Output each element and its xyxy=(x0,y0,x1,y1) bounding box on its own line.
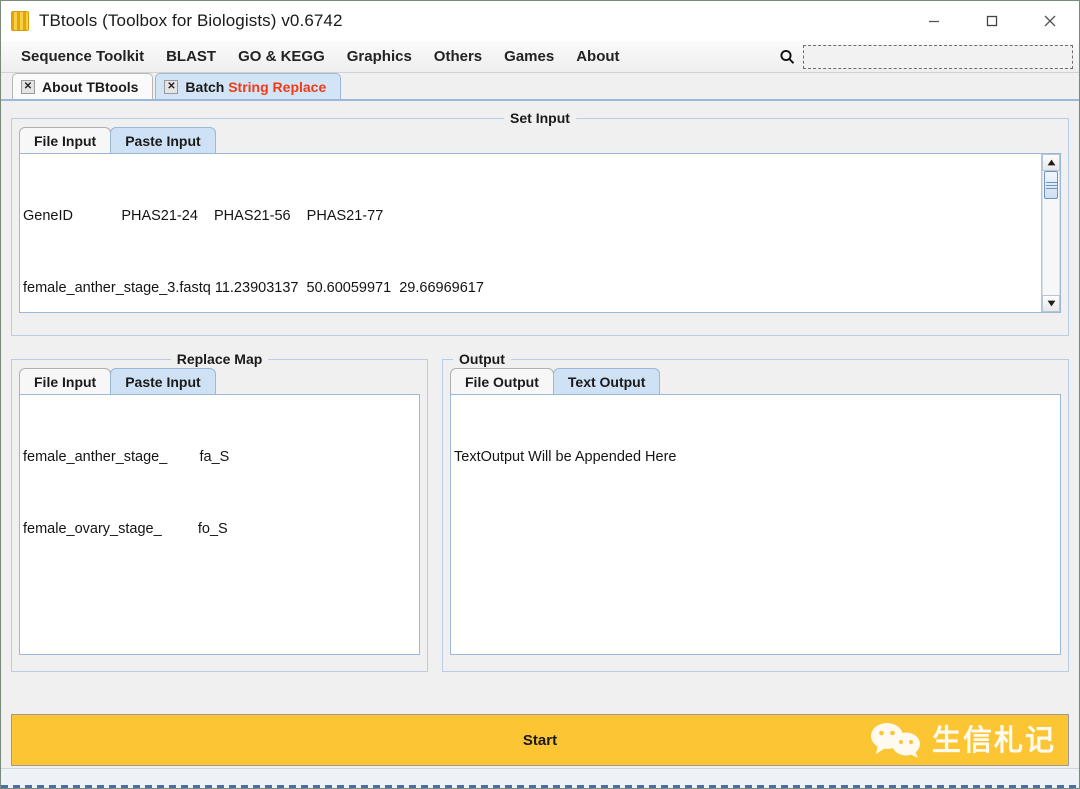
tab-replace-map-paste-input[interactable]: Paste Input xyxy=(110,368,216,394)
menu-item-go-kegg[interactable]: GO & KEGG xyxy=(227,45,336,68)
document-tabs: ✕ About TBtools ✕ Batch String Replace xyxy=(1,73,1079,101)
set-input-group: Set Input File Input Paste Input GeneID … xyxy=(11,110,1069,336)
tab-replace-map-file-input[interactable]: File Input xyxy=(19,368,112,394)
output-group: Output File Output Text Output TextOutpu… xyxy=(442,351,1069,672)
text-line: female_anther_stage_3.fastq 11.23903137 … xyxy=(23,280,484,296)
start-button[interactable]: Start 生信札记 xyxy=(11,714,1069,766)
title-bar: TBtools (Toolbox for Biologists) v0.6742 xyxy=(1,1,1079,41)
set-input-vertical-scrollbar[interactable] xyxy=(1041,154,1060,312)
search-area xyxy=(775,45,1073,69)
window-controls xyxy=(905,1,1079,41)
scrollbar-thumb[interactable] xyxy=(1044,171,1058,199)
replace-map-textarea-wrap: female_anther_stage_ fa_S female_ovary_s… xyxy=(19,394,420,655)
start-button-label: Start xyxy=(522,731,558,749)
tbtools-app-icon xyxy=(11,11,29,31)
set-input-tabpane: File Input Paste Input GeneID PHAS21-24 … xyxy=(12,119,1068,320)
tab-label-highlight: String Replace xyxy=(228,78,327,95)
maximize-button[interactable] xyxy=(963,1,1021,41)
text-line: GeneID PHAS21-24 PHAS21-56 PHAS21-77 xyxy=(23,208,384,224)
start-bar: Start 生信札记 @51CTO博客 xyxy=(11,714,1069,788)
replace-map-title: Replace Map xyxy=(170,351,269,367)
replace-map-tabrow: File Input Paste Input xyxy=(19,367,420,394)
status-bar-dashes xyxy=(1,785,1079,788)
scroll-up-icon[interactable] xyxy=(1042,154,1060,171)
tab-output-text-output[interactable]: Text Output xyxy=(552,368,661,394)
output-tabpane: File Output Text Output TextOutput Will … xyxy=(443,360,1068,662)
minimize-button[interactable] xyxy=(905,1,963,41)
output-title: Output xyxy=(453,351,511,367)
watermark-text: 生信札记 xyxy=(931,722,1056,757)
tab-output-file-output[interactable]: File Output xyxy=(450,368,554,394)
menu-item-games[interactable]: Games xyxy=(493,45,565,68)
tab-set-input-paste-input[interactable]: Paste Input xyxy=(110,127,216,153)
content-area: Set Input File Input Paste Input GeneID … xyxy=(1,101,1079,788)
window-title: TBtools (Toolbox for Biologists) v0.6742 xyxy=(39,11,343,30)
menu-item-sequence-toolkit[interactable]: Sequence Toolkit xyxy=(10,45,155,68)
watermark: 生信札记 xyxy=(868,720,1056,760)
tab-set-input-file-input[interactable]: File Input xyxy=(19,127,112,153)
replace-map-textarea[interactable]: female_anther_stage_ fa_S female_ovary_s… xyxy=(20,395,419,654)
menu-item-graphics[interactable]: Graphics xyxy=(336,45,423,68)
search-icon[interactable] xyxy=(775,45,799,69)
status-bar xyxy=(1,768,1079,788)
close-icon[interactable]: ✕ xyxy=(21,79,35,94)
close-icon[interactable]: ✕ xyxy=(164,79,179,94)
text-line: female_ovary_stage_ fo_S xyxy=(23,521,228,537)
wechat-icon xyxy=(870,723,920,758)
output-tabrow: File Output Text Output xyxy=(450,367,1061,394)
text-line: TextOutput Will be Appended Here xyxy=(454,449,677,465)
menu-item-others[interactable]: Others xyxy=(423,45,493,68)
bottom-row: Replace Map File Input Paste Input femal… xyxy=(11,350,1069,672)
menu-bar: Sequence Toolkit BLAST GO & KEGG Graphic… xyxy=(1,41,1079,73)
search-input[interactable] xyxy=(803,45,1073,69)
replace-map-tabpane: File Input Paste Input female_anther_sta… xyxy=(12,360,427,662)
tab-batch-string-replace[interactable]: ✕ Batch String Replace xyxy=(155,73,342,99)
menu-item-blast[interactable]: BLAST xyxy=(155,45,227,68)
tbtools-window: TBtools (Toolbox for Biologists) v0.6742… xyxy=(0,0,1080,789)
scrollbar-track[interactable] xyxy=(1042,171,1060,295)
tab-label: About TBtools xyxy=(42,78,139,95)
replace-map-group: Replace Map File Input Paste Input femal… xyxy=(11,351,428,672)
output-textarea[interactable]: TextOutput Will be Appended Here xyxy=(451,395,1060,654)
set-input-textarea-wrap: GeneID PHAS21-24 PHAS21-56 PHAS21-77 fem… xyxy=(19,153,1061,313)
scrollbar-grip xyxy=(1045,181,1057,189)
tab-about-tbtools[interactable]: ✕ About TBtools xyxy=(12,73,154,99)
text-line: female_anther_stage_ fa_S xyxy=(23,449,230,465)
close-button[interactable] xyxy=(1021,1,1079,41)
tab-label: Batch String Replace xyxy=(185,78,327,95)
output-textarea-wrap: TextOutput Will be Appended Here xyxy=(450,394,1061,655)
menu-item-about[interactable]: About xyxy=(565,45,630,68)
set-input-title: Set Input xyxy=(504,110,576,126)
scroll-down-icon[interactable] xyxy=(1042,295,1060,312)
set-input-tabrow: File Input Paste Input xyxy=(19,126,1061,153)
set-input-textarea[interactable]: GeneID PHAS21-24 PHAS21-56 PHAS21-77 fem… xyxy=(20,154,1041,312)
